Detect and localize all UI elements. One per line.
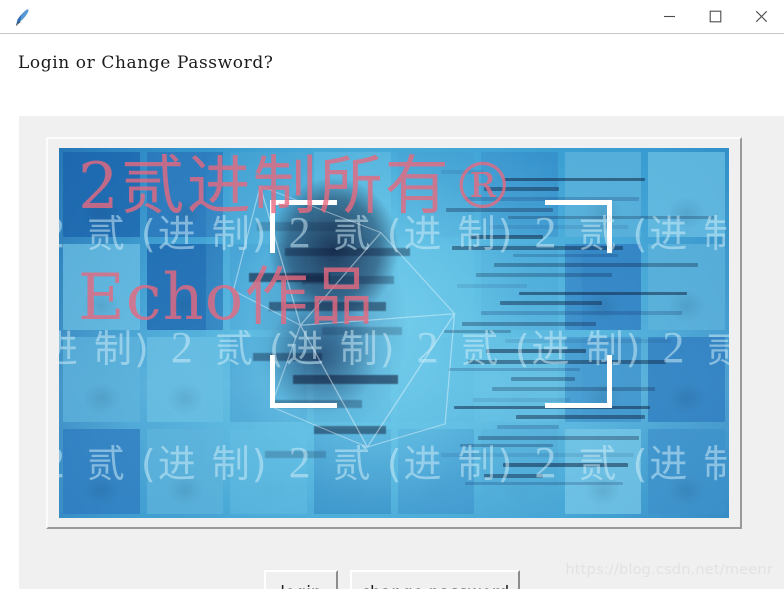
data-readout-line	[456, 284, 527, 289]
data-readout-line	[486, 349, 586, 354]
data-readout-line	[465, 482, 624, 486]
page-title: Login or Change Password?	[18, 53, 274, 73]
data-readout-line	[499, 301, 602, 306]
scan-bracket-top-right	[544, 199, 612, 253]
scan-bracket-top-left	[270, 199, 338, 253]
window-controls	[646, 0, 784, 33]
face-recognition-image: 贰 (进 制)2贰 (进 制)2贰 (进 制)2贰 (进 制)2贰 (进 制)2…	[59, 148, 729, 518]
face-thumbnail	[63, 152, 140, 238]
image-frame: 贰 (进 制)2贰 (进 制)2贰 (进 制)2贰 (进 制)2贰 (进 制)2…	[46, 137, 742, 529]
data-readout-line	[518, 292, 688, 296]
face-thumbnail	[63, 244, 140, 330]
scan-bracket-bottom-left	[270, 355, 338, 409]
top-margin-strip	[19, 115, 784, 116]
data-readout-line	[481, 311, 683, 316]
header-strip	[0, 34, 784, 115]
title-bar	[0, 0, 784, 34]
data-readout-line	[440, 170, 484, 175]
data-readout-line	[478, 436, 640, 441]
login-button[interactable]: login	[264, 570, 338, 589]
data-readout-line	[462, 322, 597, 327]
python-feather-icon	[11, 6, 33, 28]
client-area: 贰 (进 制)2贰 (进 制)2贰 (进 制)2贰 (进 制)2贰 (进 制)2…	[0, 34, 784, 589]
data-readout-line	[483, 474, 543, 479]
data-readout-line	[483, 187, 559, 192]
left-margin-strip	[0, 115, 19, 589]
data-readout-line	[443, 330, 511, 334]
data-readout-line	[459, 444, 554, 448]
minimize-button[interactable]	[646, 0, 692, 33]
data-readout-line	[446, 208, 554, 213]
face-thumbnail	[63, 428, 140, 514]
data-readout-line	[513, 254, 618, 258]
data-readout-line	[515, 415, 645, 420]
data-readout-line	[502, 463, 629, 468]
data-readout-line	[440, 453, 634, 458]
close-button[interactable]	[738, 0, 784, 33]
scan-bracket-bottom-right	[544, 355, 612, 409]
data-readout-line	[475, 273, 613, 278]
data-readout-line	[505, 339, 672, 344]
button-bar: login change password	[0, 536, 784, 589]
change-password-button[interactable]: change password	[350, 570, 520, 589]
data-readout-line	[470, 235, 543, 240]
data-readout-line	[497, 425, 559, 430]
data-readout-line	[494, 263, 699, 268]
data-readout-line	[502, 178, 645, 182]
maximize-button[interactable]	[692, 0, 738, 33]
face-thumbnail	[63, 336, 140, 422]
application-window: 贰 (进 制)2贰 (进 制)2贰 (进 制)2贰 (进 制)2贰 (进 制)2…	[0, 0, 784, 589]
